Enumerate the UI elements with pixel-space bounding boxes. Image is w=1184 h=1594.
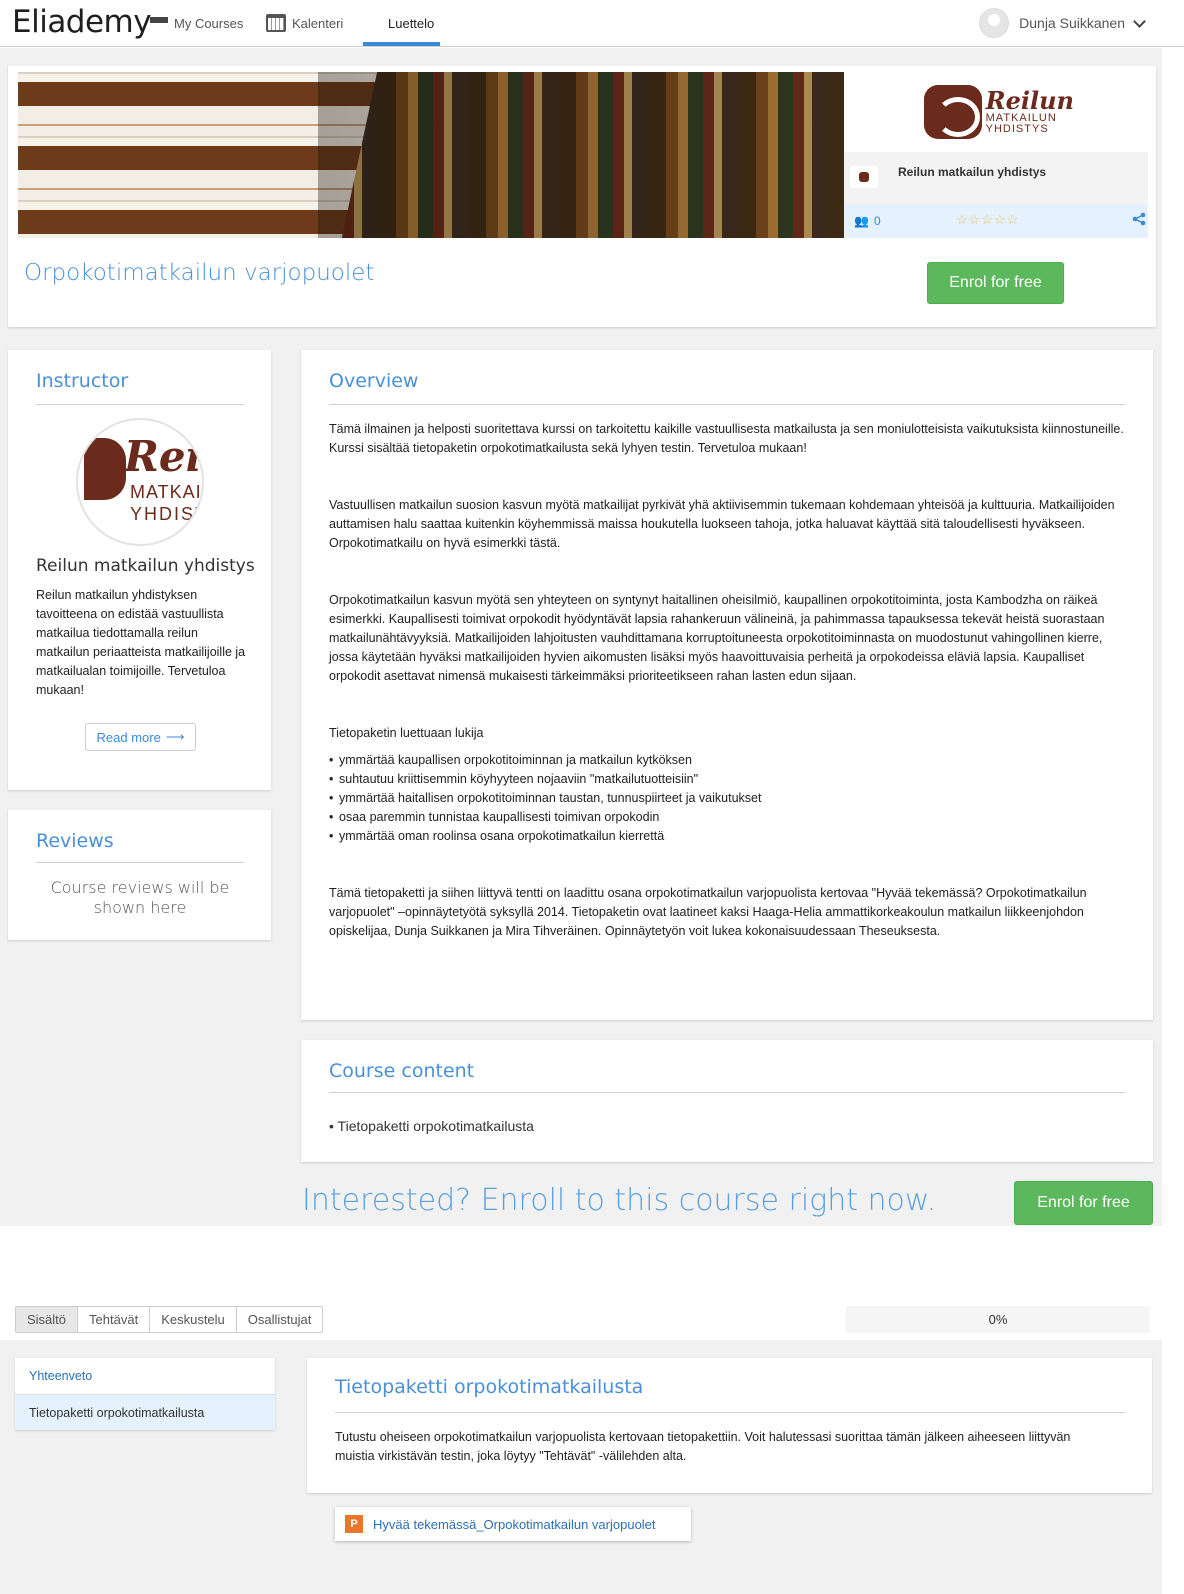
logo-line-3: YHDISTYS (985, 123, 1049, 135)
overview-paragraph: Tietopaketin luettuaan lukija (329, 726, 484, 740)
instructor-avatar[interactable]: Reilun MATKAILUN YHDISTYS (76, 418, 204, 546)
tab-osallistujat[interactable]: Osallistujat (237, 1307, 323, 1332)
divider (329, 404, 1125, 405)
tab-tehtavat[interactable]: Tehtävät (78, 1307, 151, 1332)
divider (36, 862, 244, 863)
instructor-heading: Instructor (36, 370, 129, 392)
progress-indicator: 0% (846, 1306, 1150, 1333)
read-more-button[interactable]: Read more ⟶ (85, 723, 196, 751)
instructor-name: Reilun matkailun yhdistys (36, 556, 255, 576)
course-content-heading: Course content (329, 1060, 475, 1082)
divider (335, 1412, 1125, 1413)
organization-logo[interactable]: Reilun MATKAILUN YHDISTYS (924, 82, 1074, 142)
overview-paragraph: Tämä tietopaketti ja siihen liittyvä ten… (329, 886, 1087, 938)
chevron-down-icon (1133, 14, 1146, 28)
list-item: suhtautuu kriittisemmin köyhyyteen nojaa… (329, 770, 1129, 789)
overview-card: Overview Tämä ilmainen ja helposti suori… (301, 350, 1153, 1020)
users-icon: 👥 (854, 214, 869, 228)
tab-keskustelu[interactable]: Keskustelu (150, 1307, 237, 1332)
reviews-empty-text: Course reviews will be shown here (50, 878, 230, 917)
course-banner-image (18, 72, 844, 238)
nav-my-courses-label: My Courses (174, 15, 244, 31)
divider (36, 404, 244, 405)
enrol-button[interactable]: Enrol for free (927, 262, 1064, 304)
logo-text: Reilun MATKAILUN YHDISTYS (986, 89, 1074, 135)
rating-stars[interactable]: ☆☆☆☆☆ (956, 212, 1019, 228)
list-item: ymmärtää haitallisen orpokotitoiminnan t… (329, 789, 1129, 808)
arrow-right-icon: ⟶ (165, 729, 185, 744)
instructor-card: Instructor Reilun MATKAILUN YHDISTYS Rei… (8, 350, 271, 790)
nav-calendar-label: Kalenteri (292, 15, 344, 31)
banner-shade (318, 72, 844, 238)
active-tab-indicator (363, 42, 440, 46)
overview-paragraph: Orpokotimatkailun kasvun myötä sen yhtey… (329, 593, 1105, 683)
list-item: osaa paremmin tunnistaa kaupallisesti to… (329, 808, 1129, 827)
participants-count: 👥 0 (854, 214, 881, 228)
logo-mark-icon (924, 85, 982, 139)
powerpoint-icon: P (345, 1515, 363, 1533)
avatar-text-1: Reilun (124, 432, 202, 481)
topic-description: Tutustu oheiseen orpokotimatkailun varjo… (335, 1430, 1071, 1463)
course-stats: 👥 0 ☆☆☆☆☆ (844, 204, 1148, 238)
logo-line-1: Reilun (985, 86, 1074, 115)
nav-item-summary[interactable]: Yhteenveto (15, 1358, 275, 1394)
organization-panel: Reilun MATKAILUN YHDISTYS Reilun matkail… (844, 72, 1148, 238)
organization-row[interactable]: Reilun matkailun yhdistys (844, 152, 1148, 204)
course-hero: Reilun MATKAILUN YHDISTYS Reilun matkail… (8, 66, 1156, 327)
course-content-item-label: Tietopaketti orpokotimatkailusta (337, 1118, 534, 1134)
topic-heading: Tietopaketti orpokotimatkailusta (335, 1376, 644, 1398)
topic-card: Tietopaketti orpokotimatkailusta Tutustu… (307, 1358, 1152, 1493)
resource-label: Hyvää tekemässä_Orpokotimatkailun varjop… (373, 1516, 656, 1532)
enroll-cta-text: Interested? Enroll to this course right … (302, 1183, 937, 1218)
list-item: ymmärtää kaupallisen orpokotitoiminnan j… (329, 751, 1129, 770)
avatar (979, 8, 1010, 38)
course-title: Orpokotimatkailun varjopuolet (24, 260, 375, 286)
instructor-bio: Reilun matkailun yhdistyksen tavoitteena… (36, 588, 246, 697)
organization-mini-logo (850, 166, 878, 188)
nav-item-topic[interactable]: Tietopaketti orpokotimatkailusta (15, 1394, 275, 1430)
logo-mark-icon (84, 438, 126, 500)
read-more-label: Read more (96, 729, 161, 745)
nav-catalog[interactable]: Luettelo (363, 12, 434, 34)
overview-body: Tämä ilmainen ja helposti suoritettava k… (329, 420, 1129, 979)
overview-paragraph: Tämä ilmainen ja helposti suoritettava k… (329, 422, 1124, 455)
divider (329, 1092, 1125, 1093)
menu-icon (150, 16, 168, 30)
avatar-text-2: MATKAILUN (130, 482, 202, 502)
topic-navigation: Yhteenveto Tietopaketti orpokotimatkailu… (15, 1358, 275, 1430)
calendar-icon (266, 14, 286, 32)
user-name: Dunja Suikkanen (1019, 15, 1125, 31)
course-content-card: Course content • Tietopaketti orpokotima… (301, 1040, 1153, 1162)
grid-icon (363, 15, 382, 32)
brand-logo[interactable]: Eliademy (12, 4, 152, 40)
share-icon[interactable] (1132, 212, 1146, 229)
user-menu[interactable]: Dunja Suikkanen (979, 8, 1146, 38)
nav-calendar[interactable]: Kalenteri (266, 12, 343, 34)
list-item: ymmärtää oman roolinsa osana orpokotimat… (329, 827, 1129, 846)
tab-sisalto[interactable]: Sisältö (16, 1307, 79, 1332)
course-content-item: • Tietopaketti orpokotimatkailusta (329, 1118, 534, 1134)
resource-link[interactable]: P Hyvää tekemässä_Orpokotimatkailun varj… (335, 1507, 691, 1541)
overview-paragraph: Vastuullisen matkailun suosion kasvun my… (329, 498, 1115, 550)
participants-value: 0 (873, 214, 881, 228)
nav-my-courses[interactable]: My Courses (150, 12, 243, 34)
reviews-heading: Reviews (36, 830, 114, 852)
avatar-text-3: YHDISTYS (130, 504, 202, 524)
top-navigation: Eliademy My Courses Kalenteri Luettelo D… (0, 0, 1184, 47)
nav-catalog-label: Luettelo (388, 15, 435, 31)
overview-heading: Overview (329, 370, 419, 392)
organization-name: Reilun matkailun yhdistys (898, 165, 1047, 179)
course-tabs: Sisältö Tehtävät Keskustelu Osallistujat (15, 1306, 324, 1333)
learning-outcomes-list: ymmärtää kaupallisen orpokotitoiminnan j… (329, 751, 1129, 846)
reviews-card: Reviews Course reviews will be shown her… (8, 810, 271, 940)
enrol-button-bottom[interactable]: Enrol for free (1014, 1181, 1153, 1225)
